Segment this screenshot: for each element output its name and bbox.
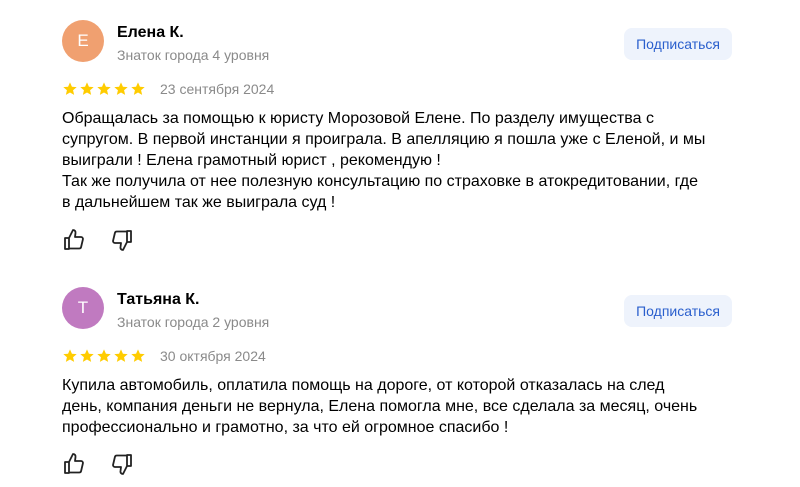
review-header: Е Елена К. Знаток города 4 уровня Подпис…	[62, 20, 742, 68]
review-header: Т Татьяна К. Знаток города 2 уровня Подп…	[62, 287, 742, 335]
star-icon	[80, 349, 94, 362]
author-name[interactable]: Татьяна К.	[117, 291, 200, 309]
review-date: 23 сентября 2024	[160, 81, 275, 97]
review-meta: 30 октября 2024	[62, 347, 742, 365]
avatar[interactable]: Е	[62, 20, 104, 62]
subscribe-button[interactable]: Подписаться	[624, 295, 732, 327]
star-icon	[63, 82, 77, 95]
star-icon	[80, 82, 94, 95]
review-card: Т Татьяна К. Знаток города 2 уровня Подп…	[62, 287, 742, 475]
star-icon	[114, 349, 128, 362]
star-icon	[114, 82, 128, 95]
star-icon	[131, 349, 145, 362]
subscribe-button[interactable]: Подписаться	[624, 28, 732, 60]
avatar[interactable]: Т	[62, 287, 104, 329]
star-icon	[131, 82, 145, 95]
thumbs-up-icon[interactable]	[62, 452, 86, 476]
review-text: Купила автомобиль, оплатила помощь на до…	[62, 377, 698, 436]
star-icon	[97, 82, 111, 95]
thumbs-down-icon[interactable]	[110, 228, 134, 252]
review-text: Обращалась за помощью к юристу Морозовой…	[62, 110, 706, 211]
author-level: Знаток города 4 уровня	[117, 47, 270, 63]
review-date: 30 октября 2024	[160, 348, 266, 364]
star-icon	[97, 349, 111, 362]
star-icon	[63, 349, 77, 362]
author-level: Знаток города 2 уровня	[117, 314, 270, 330]
review-card: Е Елена К. Знаток города 4 уровня Подпис…	[62, 20, 742, 251]
rating-stars	[62, 348, 146, 364]
rating-stars	[62, 81, 146, 97]
author-name[interactable]: Елена К.	[117, 24, 184, 42]
review-actions	[62, 228, 134, 252]
thumbs-down-icon[interactable]	[110, 452, 134, 476]
thumbs-up-icon[interactable]	[62, 228, 86, 252]
review-meta: 23 сентября 2024	[62, 80, 742, 98]
review-actions	[62, 452, 134, 476]
